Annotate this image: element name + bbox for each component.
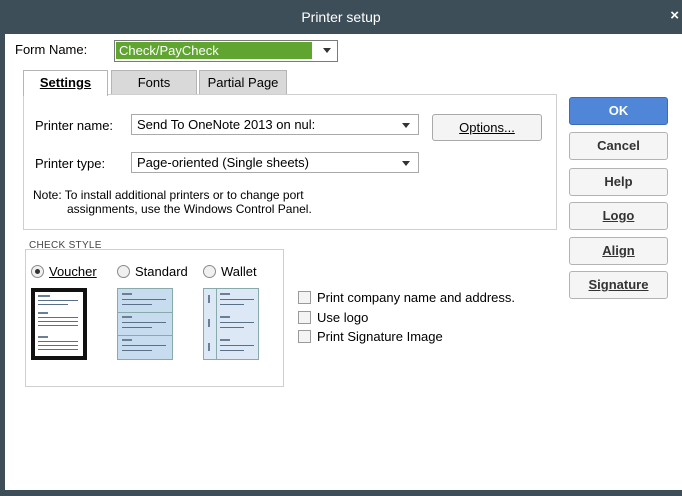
title-bar: Printer setup × bbox=[0, 0, 682, 34]
checkbox-icon[interactable] bbox=[298, 311, 311, 324]
print-signature-label: Print Signature Image bbox=[317, 329, 443, 344]
radio-standard[interactable]: Standard bbox=[117, 264, 188, 279]
use-logo-checkbox[interactable]: Use logo bbox=[298, 310, 368, 325]
printer-type-value: Page-oriented (Single sheets) bbox=[137, 155, 309, 170]
radio-unselected-icon[interactable] bbox=[117, 265, 130, 278]
align-button-label: Align bbox=[602, 243, 635, 258]
radio-wallet[interactable]: Wallet bbox=[203, 264, 257, 279]
window-frame-bottom bbox=[0, 490, 682, 496]
radio-voucher-label: Voucher bbox=[49, 264, 97, 279]
radio-selected-icon[interactable] bbox=[31, 265, 44, 278]
printer-name-value: Send To OneNote 2013 on nul: bbox=[137, 117, 316, 132]
ok-button-label: OK bbox=[608, 103, 629, 118]
help-button-label: Help bbox=[604, 174, 633, 189]
radio-standard-label: Standard bbox=[135, 264, 188, 279]
form-name-value: Check/PayCheck bbox=[116, 42, 312, 59]
tab-settings[interactable]: Settings bbox=[23, 70, 108, 96]
chevron-down-icon[interactable] bbox=[402, 161, 410, 166]
print-signature-checkbox[interactable]: Print Signature Image bbox=[298, 329, 443, 344]
radio-unselected-icon[interactable] bbox=[203, 265, 216, 278]
form-name-label: Form Name: bbox=[15, 42, 88, 57]
window-title: Printer setup bbox=[301, 9, 381, 25]
print-company-name-checkbox[interactable]: Print company name and address. bbox=[298, 290, 515, 305]
logo-button[interactable]: Logo bbox=[569, 202, 668, 230]
help-button[interactable]: Help bbox=[569, 168, 668, 196]
printer-name-select[interactable]: Send To OneNote 2013 on nul: bbox=[131, 114, 419, 135]
close-icon[interactable]: × bbox=[670, 7, 679, 24]
cancel-button-label: Cancel bbox=[597, 138, 640, 153]
chevron-down-icon[interactable] bbox=[402, 123, 410, 128]
tab-settings-label: Settings bbox=[39, 75, 92, 90]
use-logo-label: Use logo bbox=[317, 310, 369, 325]
signature-button-label: Signature bbox=[588, 277, 649, 292]
install-printers-note: Note: To install additional printers or … bbox=[33, 188, 312, 216]
checkbox-icon[interactable] bbox=[298, 291, 311, 304]
tab-fonts[interactable]: Fonts bbox=[111, 70, 197, 94]
chevron-down-icon[interactable] bbox=[323, 48, 331, 53]
printer-type-select[interactable]: Page-oriented (Single sheets) bbox=[131, 152, 419, 173]
note-line-1: Note: To install additional printers or … bbox=[33, 188, 304, 202]
window-frame-left bbox=[0, 34, 5, 496]
tab-partial-page-label: Partial Page bbox=[207, 75, 279, 90]
voucher-check-preview-icon[interactable] bbox=[31, 288, 87, 360]
signature-button[interactable]: Signature bbox=[569, 271, 668, 299]
printer-type-label: Printer type: bbox=[35, 156, 106, 171]
printer-name-label: Printer name: bbox=[35, 118, 114, 133]
tab-partial-page[interactable]: Partial Page bbox=[199, 70, 287, 94]
radio-wallet-label: Wallet bbox=[221, 264, 257, 279]
options-button-label: Options... bbox=[459, 120, 515, 135]
standard-check-preview-icon[interactable] bbox=[117, 288, 173, 360]
align-button[interactable]: Align bbox=[569, 237, 668, 265]
tab-fonts-label: Fonts bbox=[137, 75, 171, 90]
radio-voucher[interactable]: Voucher bbox=[31, 264, 97, 279]
options-button[interactable]: Options... bbox=[432, 114, 542, 141]
ok-button[interactable]: OK bbox=[569, 97, 668, 125]
logo-button-label: Logo bbox=[602, 208, 635, 223]
form-name-select[interactable]: Check/PayCheck bbox=[114, 40, 338, 62]
cancel-button[interactable]: Cancel bbox=[569, 132, 668, 160]
checkbox-icon[interactable] bbox=[298, 330, 311, 343]
print-company-name-label: Print company name and address. bbox=[317, 290, 515, 305]
note-line-2: assignments, use the Windows Control Pan… bbox=[67, 202, 312, 216]
wallet-check-preview-icon[interactable] bbox=[203, 288, 259, 360]
